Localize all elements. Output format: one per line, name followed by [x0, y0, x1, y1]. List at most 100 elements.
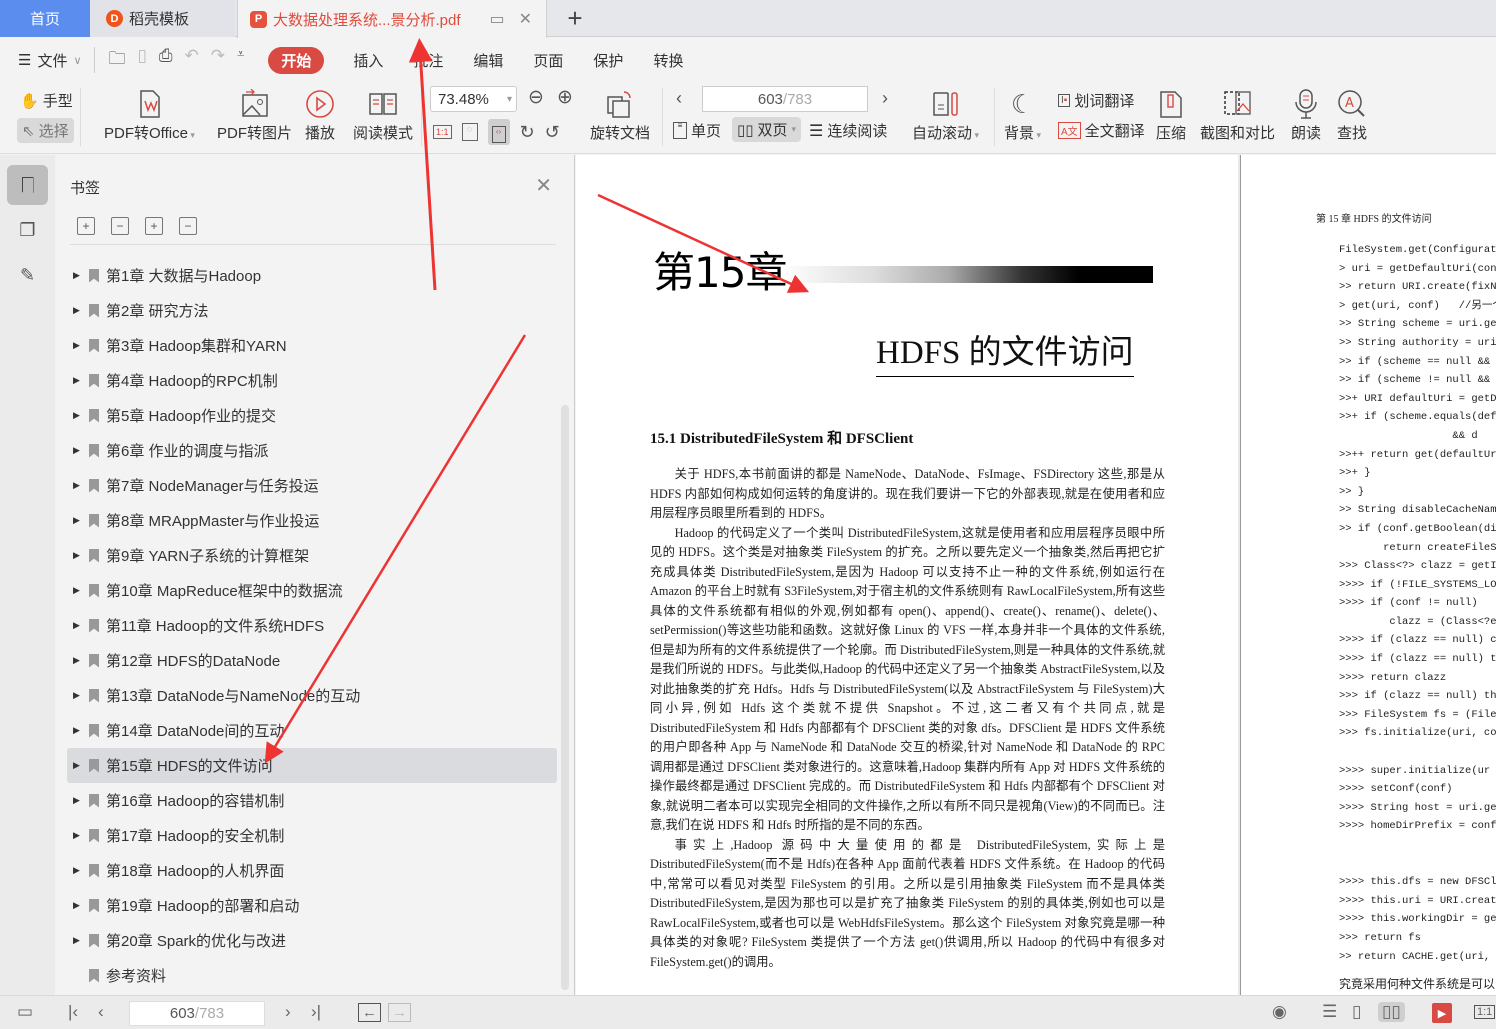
save-icon[interactable]: ▯	[138, 46, 147, 75]
prev-page-icon[interactable]: ‹	[98, 1002, 104, 1022]
fit-width-icon[interactable]: ‹›	[487, 119, 510, 145]
file-menu[interactable]: ☰ 文件 ∨	[0, 47, 95, 73]
bookmark-item[interactable]: ▶ 第8章 MRAppMaster与作业投运	[67, 503, 557, 538]
new-tab-button[interactable]: +	[555, 0, 595, 37]
remove-bookmark-icon[interactable]: −	[179, 217, 197, 235]
expand-triangle-icon[interactable]: ▶	[73, 270, 85, 281]
pdf-to-office-button[interactable]: PDF转Office ▾	[104, 86, 195, 143]
expand-triangle-icon[interactable]: ▶	[73, 725, 85, 736]
expand-triangle-icon[interactable]: ▶	[73, 830, 85, 841]
bookmark-item[interactable]: ▶ 第13章 DataNode与NameNode的互动	[67, 678, 557, 713]
play-slideshow-button[interactable]: ▶	[1432, 1003, 1452, 1023]
bookmark-item[interactable]: ▶ 第12章 HDFS的DataNode	[67, 643, 557, 678]
expand-triangle-icon[interactable]: ▶	[73, 760, 85, 771]
read-mode-button[interactable]: 阅读模式	[353, 86, 413, 143]
bookmark-item[interactable]: ▶ 第17章 Hadoop的安全机制	[67, 818, 557, 853]
expand-triangle-icon[interactable]: ▶	[73, 480, 85, 491]
zoom-out-icon[interactable]: ⊖	[528, 86, 544, 109]
bookmark-item[interactable]: ▶ 第19章 Hadoop的部署和启动	[67, 888, 557, 923]
undo-icon[interactable]: ↶	[185, 46, 199, 75]
rotate-document-button[interactable]: 旋转文档	[590, 86, 650, 143]
single-page-button[interactable]: ≡ 单页	[673, 120, 721, 141]
tab-document[interactable]: P 大数据处理系统...景分析.pdf ▭ ✕	[237, 0, 547, 38]
forward-view-icon[interactable]: →	[388, 1003, 411, 1022]
back-view-icon[interactable]: ←	[358, 1003, 381, 1022]
continuous-view-icon[interactable]: ☰	[1322, 1002, 1337, 1022]
expand-triangle-icon[interactable]: ▶	[73, 515, 85, 526]
expand-triangle-icon[interactable]: ▶	[73, 795, 85, 806]
bookmark-item[interactable]: ▶ 第10章 MapReduce框架中的数据流	[67, 573, 557, 608]
bookmark-item[interactable]: ▶ 第16章 Hadoop的容错机制	[67, 783, 557, 818]
rotate-left-icon[interactable]: ↺	[545, 122, 560, 143]
expand-triangle-icon[interactable]: ▶	[73, 340, 85, 351]
expand-triangle-icon[interactable]: ▶	[73, 375, 85, 386]
rotate-right-icon[interactable]: ↻	[520, 122, 535, 143]
menu-comment[interactable]: 批注	[398, 50, 458, 71]
customize-dropdown-icon[interactable]: ⩡	[237, 46, 244, 75]
expand-triangle-icon[interactable]: ▶	[73, 585, 85, 596]
bookmark-item[interactable]: ▶ 第15章 HDFS的文件访问	[67, 748, 557, 783]
open-folder-icon[interactable]: 🗀	[109, 46, 126, 75]
thumbnail-panel-button[interactable]: ❐	[7, 210, 48, 250]
close-tab-icon[interactable]: ✕	[519, 9, 532, 29]
auto-scroll-button[interactable]: 自动滚动 ▾	[912, 86, 979, 143]
bookmark-item[interactable]: ▶ 第4章 Hadoop的RPC机制	[67, 363, 557, 398]
menu-insert[interactable]: 插入	[338, 50, 398, 71]
pdf-to-image-button[interactable]: PDF转图片	[217, 86, 292, 143]
actual-size-icon[interactable]: 1:1	[433, 125, 452, 139]
bookmark-item[interactable]: ▶ 第1章 大数据与Hadoop	[67, 258, 557, 293]
tab-template[interactable]: D 稻壳模板	[90, 0, 235, 37]
bookmark-panel-button[interactable]	[7, 165, 48, 205]
window-mode-icon[interactable]: ▭	[489, 9, 504, 29]
actual-size-icon[interactable]: 1:1	[1474, 1005, 1496, 1019]
add-bookmark-icon[interactable]: +	[145, 217, 163, 235]
bookmark-item[interactable]: ▶ 第2章 研究方法	[67, 293, 557, 328]
read-aloud-button[interactable]: 朗读	[1291, 86, 1321, 143]
bookmark-item[interactable]: ▶ 第20章 Spark的优化与改进	[67, 923, 557, 958]
next-page-icon[interactable]: ›	[882, 88, 888, 109]
bookmark-item[interactable]: ▶ 第6章 作业的调度与指派	[67, 433, 557, 468]
bookmark-item[interactable]: ▶ 第9章 YARN子系统的计算框架	[67, 538, 557, 573]
annotation-panel-button[interactable]: ✎	[7, 255, 48, 295]
sidebar-toggle-icon[interactable]: ▭	[17, 1002, 33, 1022]
bookmark-item[interactable]: ▶ 第7章 NodeManager与任务投运	[67, 468, 557, 503]
eye-care-icon[interactable]: ◉	[1272, 1002, 1287, 1022]
find-button[interactable]: A 查找	[1337, 86, 1367, 143]
close-panel-icon[interactable]: ✕	[535, 173, 552, 198]
screenshot-compare-button[interactable]: 截图和对比	[1200, 86, 1275, 143]
play-button[interactable]: 播放	[305, 86, 335, 143]
single-view-icon[interactable]: ▯	[1352, 1002, 1361, 1022]
expand-all-icon[interactable]: +	[77, 217, 95, 235]
menu-edit[interactable]: 编辑	[458, 50, 518, 71]
first-page-icon[interactable]: |‹	[68, 1002, 78, 1022]
expand-triangle-icon[interactable]: ▶	[73, 550, 85, 561]
bookmark-item[interactable]: 参考资料	[67, 958, 557, 993]
status-page-input[interactable]: 603/783	[129, 1001, 265, 1026]
expand-triangle-icon[interactable]: ▶	[73, 690, 85, 701]
expand-triangle-icon[interactable]: ▶	[73, 410, 85, 421]
fit-page-icon[interactable]: ◌	[461, 123, 478, 141]
expand-triangle-icon[interactable]: ▶	[73, 865, 85, 876]
menu-protect[interactable]: 保护	[578, 50, 638, 71]
prev-page-icon[interactable]: ‹	[676, 88, 682, 109]
panel-scrollbar[interactable]	[561, 405, 569, 990]
menu-start[interactable]: 开始	[268, 46, 325, 74]
next-page-icon[interactable]: ›	[285, 1002, 291, 1022]
double-page-button[interactable]: ▯▯ 双页 ▾	[732, 117, 802, 142]
bookmark-item[interactable]: ▶ 第5章 Hadoop作业的提交	[67, 398, 557, 433]
bookmark-item[interactable]: ▶ 第3章 Hadoop集群和YARN	[67, 328, 557, 363]
expand-triangle-icon[interactable]: ▶	[73, 445, 85, 456]
bookmark-item[interactable]: ▶ 第14章 DataNode间的互动	[67, 713, 557, 748]
menu-convert[interactable]: 转换	[638, 50, 698, 71]
zoom-level-select[interactable]: 73.48% ▾	[430, 86, 517, 112]
tab-home[interactable]: 首页	[0, 0, 90, 37]
expand-triangle-icon[interactable]: ▶	[73, 620, 85, 631]
last-page-icon[interactable]: ›|	[311, 1002, 321, 1022]
expand-triangle-icon[interactable]: ▶	[73, 935, 85, 946]
compress-button[interactable]: 压缩	[1156, 86, 1186, 143]
word-translate-button[interactable]: I▪ 划词翻译	[1058, 90, 1134, 111]
expand-triangle-icon[interactable]: ▶	[73, 900, 85, 911]
hand-tool-button[interactable]: ✋ 手型	[20, 90, 73, 111]
bookmark-item[interactable]: ▶ 第18章 Hadoop的人机界面	[67, 853, 557, 888]
page-number-input[interactable]: 603/783	[702, 86, 868, 112]
